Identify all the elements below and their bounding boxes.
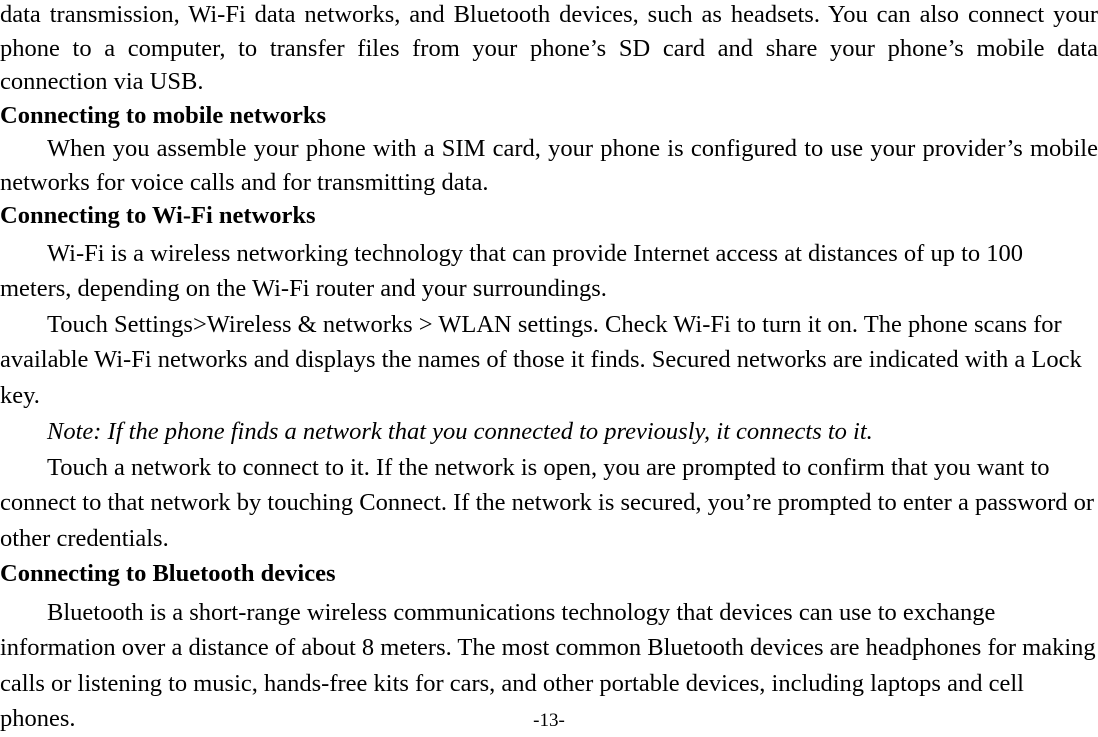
heading-connecting-to-bluetooth-devices: Connecting to Bluetooth devices — [0, 560, 336, 587]
wifi-paragraph-3: Touch a network to connect to it. If the… — [0, 453, 1095, 552]
intro-paragraph: data transmission, Wi-Fi data networks, … — [0, 1, 1098, 95]
wifi-note: Note: If the phone finds a network that … — [47, 418, 873, 445]
wifi-paragraph-1: Wi-Fi is a wireless networking technolog… — [0, 239, 1024, 303]
document-page: data transmission, Wi-Fi data networks, … — [0, 0, 1098, 734]
heading-connecting-to-mobile-networks: Connecting to mobile networks — [0, 101, 326, 129]
page-number: -13- — [533, 710, 565, 731]
mobile-networks-paragraph: When you assemble your phone with a SIM … — [0, 135, 1098, 196]
wifi-paragraph-2: Touch Settings>Wireless & networks > WLA… — [0, 310, 1082, 409]
heading-connecting-to-wifi-networks: Connecting to Wi-Fi networks — [0, 202, 316, 229]
page-body: data transmission, Wi-Fi data networks, … — [0, 0, 1098, 737]
